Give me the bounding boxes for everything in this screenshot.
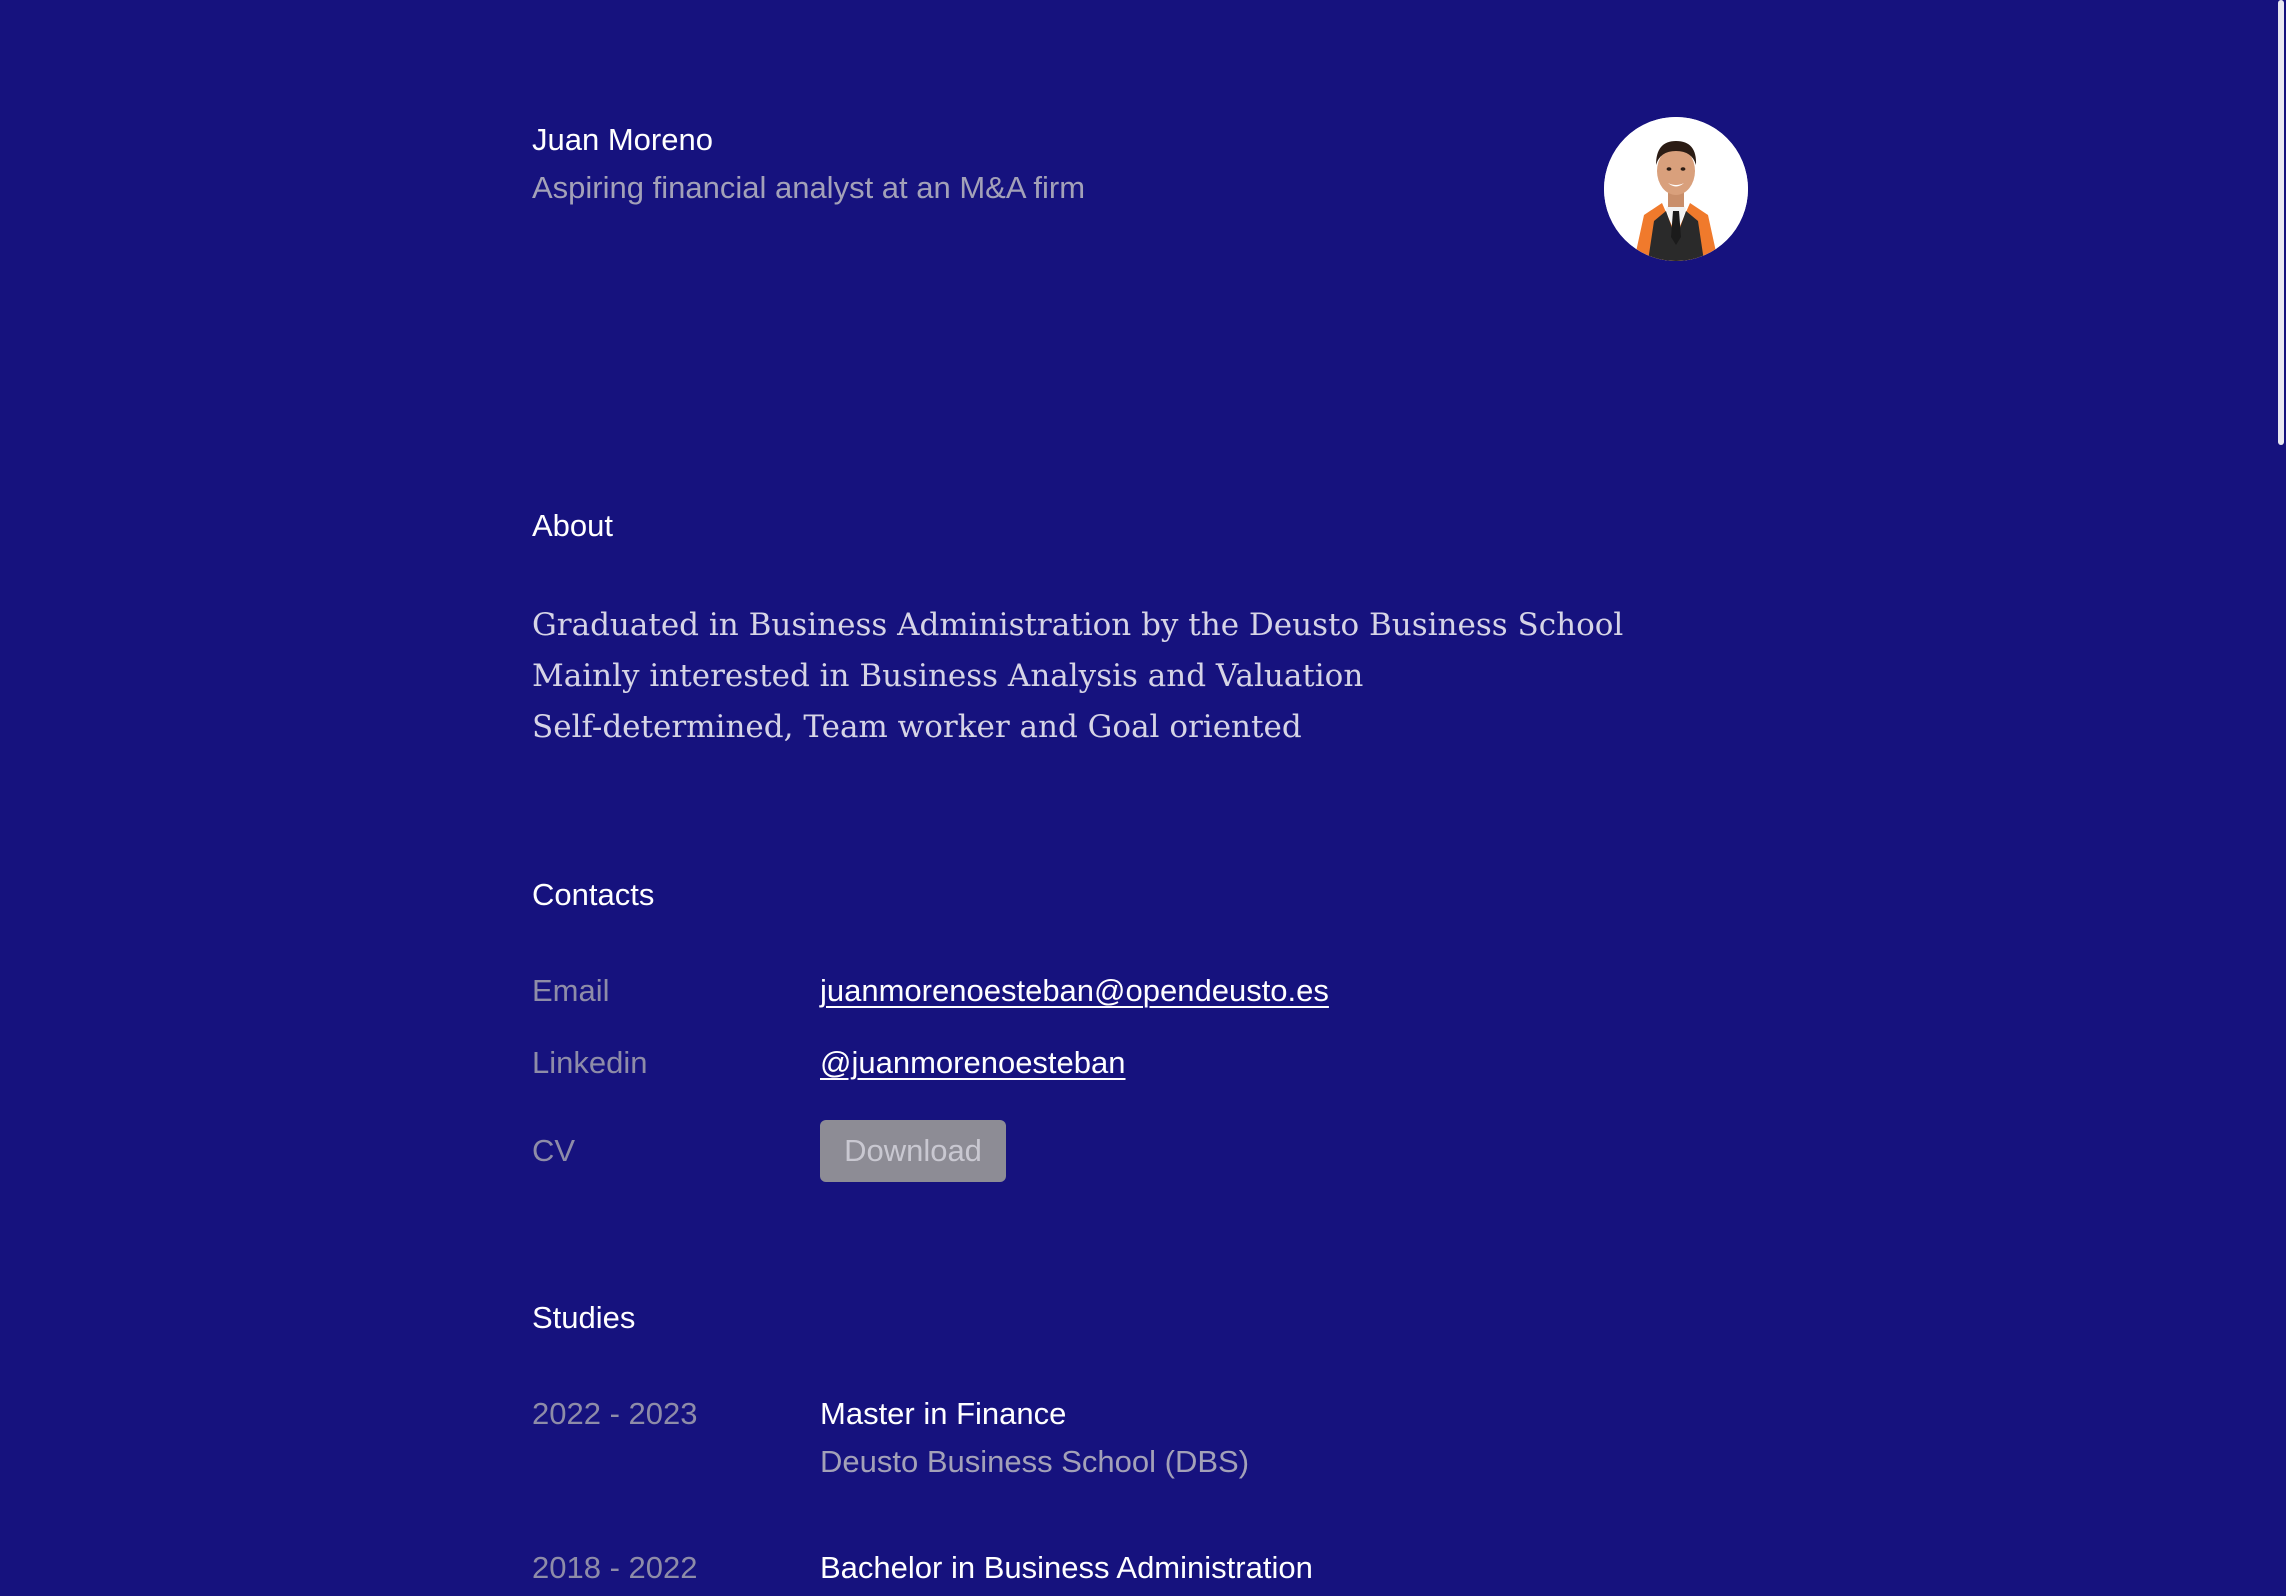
about-line: Self-determined, Team worker and Goal or…: [532, 709, 1302, 745]
avatar: [1604, 117, 1748, 261]
about-heading: About: [532, 508, 614, 543]
profile-name: Juan Moreno: [532, 122, 713, 157]
contacts-heading: Contacts: [532, 877, 655, 912]
study-years: 2018 - 2022: [532, 1550, 698, 1585]
about-text: Graduated in Business Administration by …: [532, 600, 1623, 753]
portrait-photo-icon: [1604, 117, 1748, 261]
about-line: Mainly interested in Business Analysis a…: [532, 658, 1364, 694]
linkedin-label: Linkedin: [532, 1045, 648, 1080]
email-label: Email: [532, 973, 610, 1008]
scrollbar[interactable]: [2276, 0, 2286, 1596]
email-link[interactable]: juanmorenoesteban@opendeusto.es: [820, 973, 1329, 1008]
study-degree: Master in Finance: [820, 1396, 1067, 1431]
linkedin-link[interactable]: @juanmorenoesteban: [820, 1045, 1126, 1080]
linkedin-value-wrapper: @juanmorenoesteban: [820, 1045, 1126, 1081]
email-value-wrapper: juanmorenoesteban@opendeusto.es: [820, 973, 1329, 1009]
about-line: Graduated in Business Administration by …: [532, 607, 1624, 643]
study-degree: Bachelor in Business Administration: [820, 1550, 1313, 1585]
profile-tagline: Aspiring financial analyst at an M&A fir…: [532, 170, 1086, 205]
scrollbar-thumb[interactable]: [2278, 0, 2284, 445]
studies-heading: Studies: [532, 1300, 636, 1335]
study-school: Deusto Business School (DBS): [820, 1444, 1250, 1479]
profile-page: Juan Moreno Aspiring financial analyst a…: [532, 0, 1748, 1596]
study-years: 2022 - 2023: [532, 1396, 698, 1431]
download-cv-button[interactable]: Download: [820, 1120, 1006, 1182]
cv-label: CV: [532, 1133, 576, 1168]
